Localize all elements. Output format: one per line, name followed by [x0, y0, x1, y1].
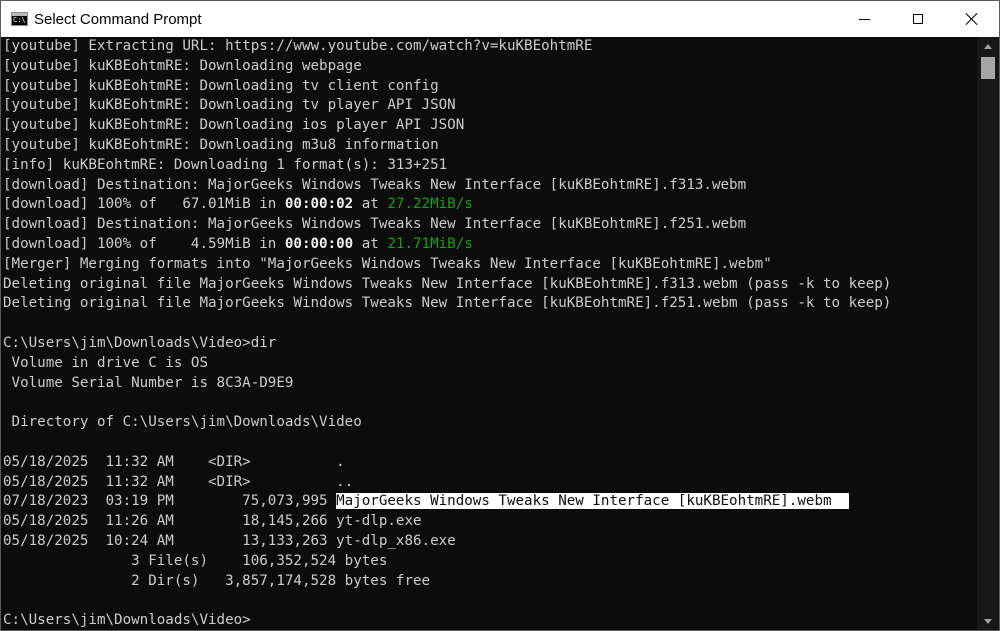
progress-prefix: [download] 100% of 4.59MiB in — [3, 235, 285, 252]
scroll-down-button[interactable] — [977, 612, 999, 630]
console-line: Volume Serial Number is 8C3A-D9E9 — [3, 374, 294, 391]
elapsed-time: 00:00:00 — [284, 235, 354, 252]
elapsed-time: 00:00:02 — [284, 196, 354, 213]
console-line: [youtube] kuKBEohtmRE: Downloading tv cl… — [3, 77, 439, 94]
console-line: 05/18/2025 11:32 AM <DIR> .. — [3, 473, 354, 490]
maximize-button[interactable] — [891, 1, 945, 37]
directory-listing-row: 07/18/2023 03:19 PM 75,073,995 MajorGeek… — [3, 492, 977, 512]
scroll-thumb[interactable] — [981, 57, 995, 79]
file-details: 07/18/2023 03:19 PM 75,073,995 — [3, 493, 337, 510]
console-line: 05/18/2025 11:26 AM 18,145,266 yt-dlp.ex… — [3, 513, 422, 530]
download-speed: 27.22MiB/s — [387, 196, 473, 213]
minimize-button[interactable] — [837, 1, 891, 37]
console-line: [info] kuKBEohtmRE: Downloading 1 format… — [3, 156, 448, 173]
console-line: [youtube] Extracting URL: https://www.yo… — [3, 38, 593, 54]
title-bar[interactable]: C:\. Select Command Prompt — [1, 1, 999, 37]
console-line: C:\Users\jim\Downloads\Video>dir — [3, 334, 277, 351]
console-line: 05/18/2025 10:24 AM 13,133,263 yt-dlp_x8… — [3, 532, 456, 549]
console-output[interactable]: [youtube] Extracting URL: https://www.yo… — [1, 37, 977, 630]
console-line: [youtube] kuKBEohtmRE: Downloading webpa… — [3, 57, 362, 74]
selected-filename[interactable]: MajorGeeks Windows Tweaks New Interface … — [336, 493, 849, 510]
console-line: [download] Destination: MajorGeeks Windo… — [3, 216, 747, 233]
arrow-down-icon — [984, 618, 992, 624]
console-line: [Merger] Merging formats into "MajorGeek… — [3, 255, 772, 272]
console-line: [youtube] kuKBEohtmRE: Downloading ios p… — [3, 117, 465, 134]
vertical-scrollbar[interactable] — [977, 37, 999, 630]
arrow-up-icon — [984, 43, 992, 49]
console-line: Volume in drive C is OS — [3, 354, 208, 371]
download-speed: 21.71MiB/s — [387, 235, 473, 252]
progress-at: at — [353, 235, 388, 252]
console-line: [youtube] kuKBEohtmRE: Downloading tv pl… — [3, 97, 456, 114]
console-line: Deleting original file MajorGeeks Window… — [3, 295, 892, 312]
icon-label: C:\. — [13, 16, 30, 24]
download-progress-line: [download] 100% of 4.59MiB in 00:00:00 a… — [3, 235, 977, 255]
console-line: Directory of C:\Users\jim\Downloads\Vide… — [3, 414, 362, 431]
caption-buttons — [837, 1, 999, 37]
console-line: 2 Dir(s) 3,857,174,528 bytes free — [3, 572, 431, 589]
close-button[interactable] — [945, 1, 999, 37]
console-line: [download] Destination: MajorGeeks Windo… — [3, 176, 747, 193]
console-line: Deleting original file MajorGeeks Window… — [3, 275, 892, 292]
command-prompt-line[interactable]: C:\Users\jim\Downloads\Video> — [3, 611, 977, 630]
command-prompt-icon[interactable]: C:\. — [11, 12, 30, 26]
command-prompt-window: C:\. Select Command Prompt [youtube] Ext… — [0, 0, 1000, 631]
console-text[interactable]: [youtube] Extracting URL: https://www.yo… — [1, 37, 977, 630]
maximize-icon — [913, 14, 923, 24]
console-line: 3 File(s) 106,352,524 bytes — [3, 552, 388, 569]
scroll-up-button[interactable] — [977, 37, 999, 55]
window-title: Select Command Prompt — [34, 10, 202, 28]
console-line: [youtube] kuKBEohtmRE: Downloading m3u8 … — [3, 136, 439, 153]
minimize-icon — [858, 18, 870, 20]
download-progress-line: [download] 100% of 67.01MiB in 00:00:02 … — [3, 195, 977, 215]
close-icon — [965, 12, 979, 26]
progress-prefix: [download] 100% of 67.01MiB in — [3, 196, 285, 213]
console-line: 05/18/2025 11:32 AM <DIR> . — [3, 453, 345, 470]
progress-at: at — [353, 196, 388, 213]
